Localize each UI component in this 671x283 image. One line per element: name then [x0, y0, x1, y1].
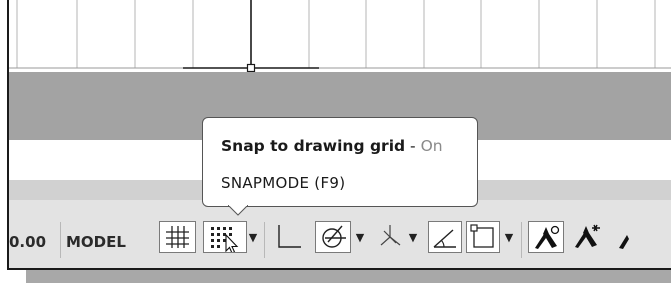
- status-separator: [60, 222, 61, 258]
- auto-scale-icon: [575, 224, 600, 248]
- mouse-pointer-icon: [225, 233, 239, 252]
- tooltip-state: On: [420, 137, 443, 155]
- window-shadow: [26, 270, 671, 283]
- isodraft-dropdown-icon[interactable]: ▼: [407, 231, 419, 244]
- annotation-visibility-button[interactable]: [528, 221, 564, 253]
- grid-icon: [166, 226, 189, 248]
- application-window: 0.00 MODEL ▼ ▼ ▼ ▼ Snap to drawing grid …: [7, 0, 671, 270]
- annotation-scale-button[interactable]: [611, 221, 651, 253]
- crosshair-cursor: [183, 0, 319, 72]
- isodraft-icon: [380, 225, 401, 246]
- tooltip-title: Snap to drawing grid: [221, 137, 406, 155]
- grid-display-button[interactable]: [159, 221, 196, 253]
- osnap-box-icon: [470, 224, 494, 248]
- ortho-icon: [278, 225, 301, 248]
- tooltip-pointer: [228, 205, 248, 216]
- grid-lines: [9, 0, 671, 72]
- polar-dropdown-icon[interactable]: ▼: [354, 231, 366, 244]
- status-separator: [264, 222, 265, 258]
- polar-tracking-button[interactable]: [315, 221, 351, 253]
- tooltip-command: SNAPMODE (F9): [221, 174, 346, 192]
- tooltip-title-line: Snap to drawing grid - On: [221, 137, 443, 155]
- angle-icon: [433, 229, 456, 248]
- osnap-dropdown-icon[interactable]: ▼: [503, 231, 515, 244]
- drawing-canvas[interactable]: [9, 0, 671, 72]
- coordinate-readout[interactable]: 0.00: [9, 233, 46, 251]
- tooltip-separator: -: [405, 137, 421, 155]
- status-separator: [521, 222, 522, 258]
- isometric-drafting-button[interactable]: [375, 221, 405, 253]
- tooltip: Snap to drawing grid - On SNAPMODE (F9): [202, 117, 478, 207]
- annotation-scale-icon: [619, 235, 629, 249]
- ortho-mode-button[interactable]: [271, 221, 307, 253]
- annotation-scale-icon: [535, 225, 560, 249]
- status-bar: 0.00 MODEL ▼ ▼ ▼ ▼: [9, 200, 671, 268]
- object-snap-tracking-button[interactable]: [428, 221, 462, 253]
- snap-mode-button[interactable]: [203, 221, 247, 253]
- auto-scale-button[interactable]: [570, 221, 606, 253]
- model-space-button[interactable]: MODEL: [66, 233, 126, 251]
- polar-icon: [322, 225, 346, 248]
- snap-dropdown-icon[interactable]: ▼: [247, 231, 259, 244]
- object-snap-button[interactable]: [466, 221, 500, 253]
- snap-grid-icon: [211, 227, 239, 252]
